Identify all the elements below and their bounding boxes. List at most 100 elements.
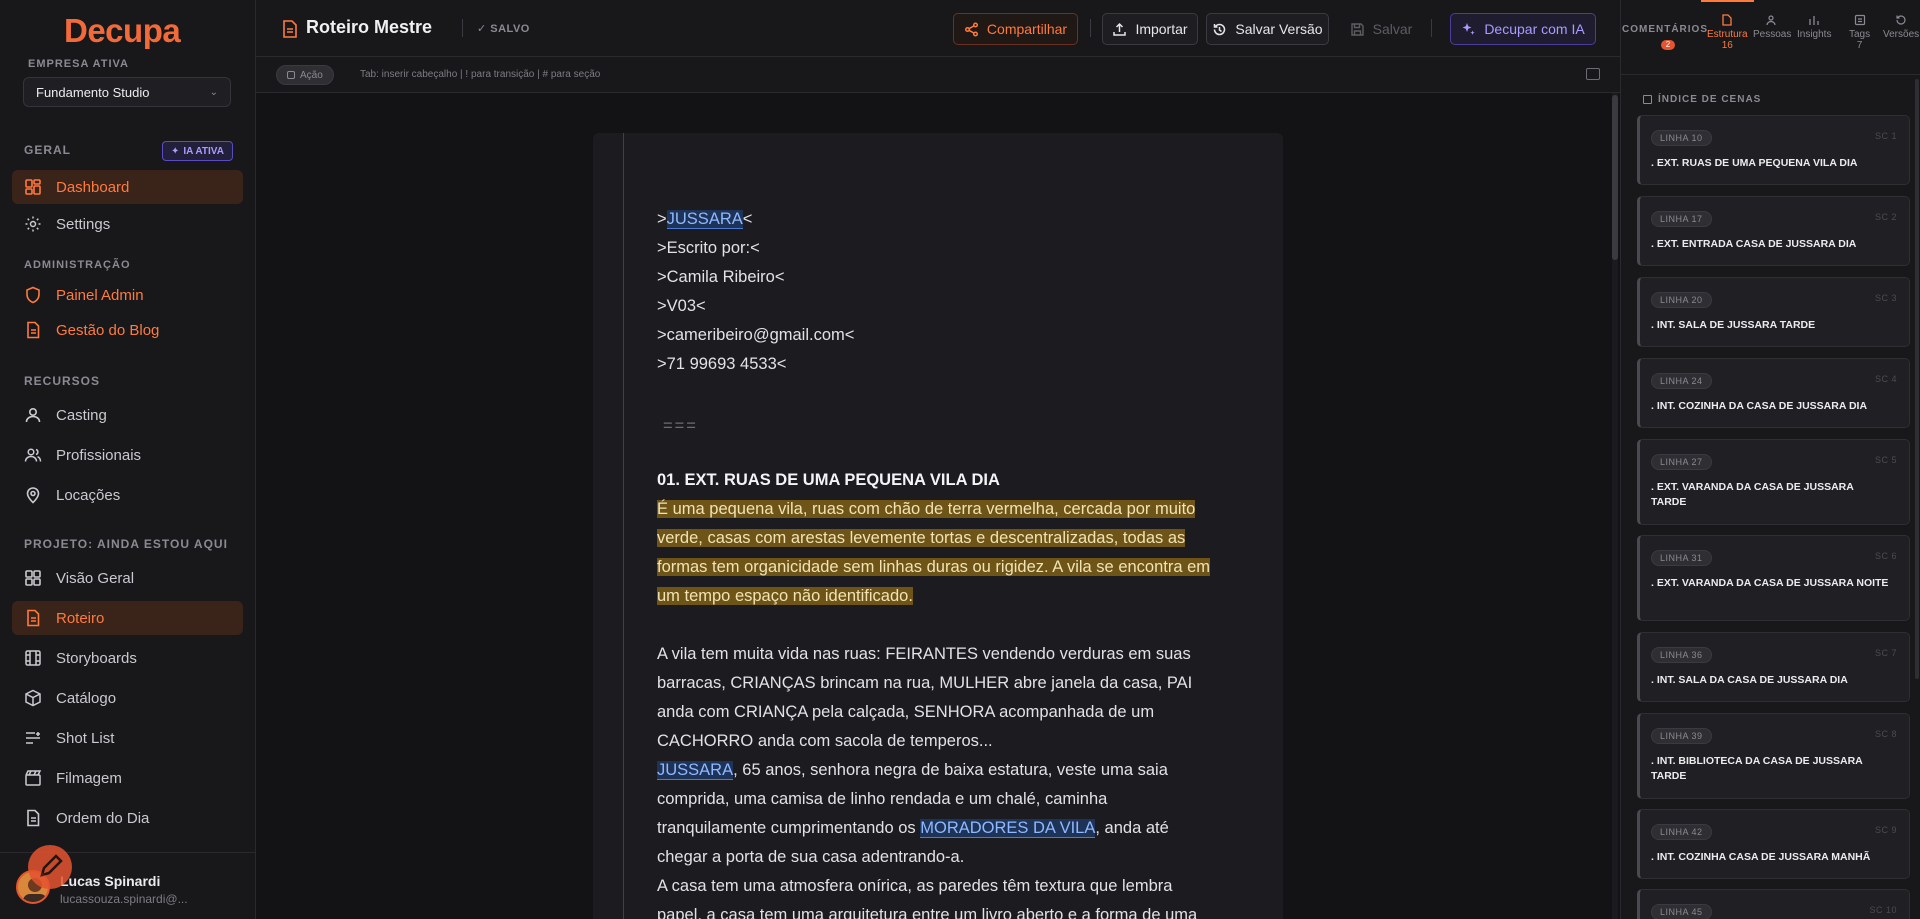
chevron-down-icon: ⌄	[209, 86, 218, 98]
scene-card[interactable]: LINHA 27 SC 5 . EXT. VARANDA DA CASA DE …	[1637, 439, 1910, 525]
history-icon	[1896, 15, 1906, 25]
scene-title: . EXT. ENTRADA CASA DE JUSSARA DIA	[1651, 238, 1857, 250]
scene-card[interactable]: LINHA 17 SC 2 . EXT. ENTRADA CASA DE JUS…	[1637, 196, 1910, 266]
keyboard-hint: Tab: inserir cabeçalho | ! para transiçã…	[360, 69, 601, 80]
scene-card[interactable]: LINHA 20 SC 3 . INT. SALA DE JUSSARA TAR…	[1637, 277, 1910, 347]
sidebar-item-dashboard[interactable]: Dashboard	[12, 170, 243, 204]
scene-card[interactable]: LINHA 31 SC 6 . EXT. VARANDA DA CASA DE …	[1637, 535, 1910, 621]
written-by-line: >Escrito por:<	[657, 239, 760, 257]
script-page[interactable]: >JUSSARA< >Escrito por:< >Camila Ribeiro…	[593, 133, 1283, 919]
tab-tags[interactable]: Tags 7	[1849, 14, 1870, 51]
user-icon	[25, 407, 41, 423]
import-button[interactable]: Importar	[1102, 13, 1198, 45]
tab-comments[interactable]: COMENTÁRIOS	[1622, 24, 1708, 35]
scene-number: SC 10	[1869, 905, 1897, 915]
scene-number: SC 2	[1874, 212, 1897, 222]
editor-scrollbar[interactable]	[1612, 93, 1618, 919]
ia-active-badge: ✦ IA ATIVA	[162, 141, 233, 161]
company-select[interactable]: Fundamento Studio ⌄	[23, 77, 231, 107]
save-icon	[1350, 22, 1364, 36]
sidebar-item-settings[interactable]: Settings	[12, 207, 243, 241]
character-tag-jussara[interactable]: JUSSARA	[666, 210, 743, 229]
share-button[interactable]: Compartilhar	[953, 13, 1078, 45]
scene-number: SC 3	[1874, 293, 1897, 303]
panel-scrollbar[interactable]	[1915, 75, 1920, 919]
help-fab-button[interactable]	[28, 845, 72, 889]
sidebar-item-visao-geral[interactable]: Visão Geral	[12, 561, 243, 595]
line-number-badge: LINHA 24	[1651, 373, 1712, 389]
scene-title: . EXT. VARANDA DA CASA DE JUSSARA TARDE	[1651, 481, 1854, 508]
save-version-button[interactable]: Salvar Versão	[1206, 13, 1329, 45]
scene-card[interactable]: LINHA 10 SC 1 . EXT. RUAS DE UMA PEQUENA…	[1637, 115, 1910, 185]
scene-card[interactable]: LINHA 45 SC 10	[1637, 889, 1910, 919]
script-editor: >JUSSARA< >Escrito por:< >Camila Ribeiro…	[256, 93, 1620, 919]
app-logo[interactable]: Decupa	[64, 12, 181, 50]
scrollbar-thumb[interactable]	[1915, 79, 1919, 679]
tab-versoes[interactable]: Versões	[1883, 14, 1919, 40]
action-paragraph: É uma pequena vila, ruas com chão de ter…	[657, 495, 1217, 611]
save-button[interactable]: Salvar	[1341, 13, 1421, 45]
upload-icon	[1113, 22, 1127, 36]
sidebar-item-storyboards[interactable]: Storyboards	[12, 641, 243, 675]
scrollbar-thumb[interactable]	[1612, 95, 1618, 260]
scene-heading[interactable]: 01. EXT. RUAS DE UMA PEQUENA VILA DIA	[657, 466, 1217, 495]
top-bar: Roteiro Mestre ✓ SALVO Compartilhar Impo…	[256, 0, 1620, 57]
sidebar-item-painel-admin[interactable]: Painel Admin	[12, 278, 243, 312]
sidebar-item-profissionais[interactable]: Profissionais	[12, 438, 243, 472]
sidebar-item-filmagem[interactable]: Filmagem	[12, 761, 243, 795]
scene-card[interactable]: LINHA 42 SC 9 . INT. COZINHA CASA DE JUS…	[1637, 809, 1910, 879]
scene-title: . INT. COZINHA CASA DE JUSSARA MANHÃ	[1651, 851, 1871, 863]
film-icon	[25, 650, 41, 666]
document-icon	[27, 321, 40, 339]
panel-tabs: COMENTÁRIOS 2 Estrutura 16 Pessoas Insig…	[1621, 0, 1920, 75]
scene-card[interactable]: LINHA 39 SC 8 . INT. BIBLIOTECA DA CASA …	[1637, 713, 1910, 799]
sidebar-item-ordem-do-dia[interactable]: Ordem do Dia	[12, 801, 243, 835]
scene-index-title: ÍNDICE DE CENAS	[1643, 94, 1761, 105]
script-content[interactable]: >JUSSARA< >Escrito por:< >Camila Ribeiro…	[657, 205, 1217, 919]
divider	[1431, 19, 1432, 37]
page-title: Roteiro Mestre	[306, 17, 433, 37]
action-paragraph: JUSSARA, 65 anos, senhora negra de baixa…	[657, 761, 1169, 866]
script-document-icon	[283, 20, 297, 38]
sidebar-item-catalogo[interactable]: Catálogo	[12, 681, 243, 715]
sidebar-item-roteiro[interactable]: Roteiro	[12, 601, 243, 635]
sidebar-item-gestao-blog[interactable]: Gestão do Blog	[12, 313, 243, 347]
sidebar-item-casting[interactable]: Casting	[12, 398, 243, 432]
scene-title: . EXT. RUAS DE UMA PEQUENA VILA DIA	[1651, 157, 1858, 169]
right-panel: COMENTÁRIOS 2 Estrutura 16 Pessoas Insig…	[1620, 0, 1920, 919]
scene-number: SC 6	[1874, 551, 1897, 561]
grid-icon	[25, 570, 41, 586]
map-pin-icon	[26, 487, 40, 504]
line-number-badge: LINHA 45	[1651, 904, 1712, 919]
highlighted-text[interactable]: É uma pequena vila, ruas com chão de ter…	[657, 500, 1211, 605]
scene-title: . INT. COZINHA DA CASA DE JUSSARA DIA	[1651, 400, 1868, 412]
sidebar-item-locacoes[interactable]: Locações	[12, 478, 243, 512]
scene-number: SC 1	[1874, 131, 1897, 141]
scene-title: . INT. SALA DE JUSSARA TARDE	[1651, 319, 1816, 331]
box-icon	[25, 689, 41, 707]
line-number-badge: LINHA 36	[1651, 647, 1712, 663]
element-type-selector[interactable]: Ação	[276, 65, 334, 85]
action-paragraph: A vila tem muita vida nas ruas: FEIRANTE…	[657, 645, 1193, 750]
bar-chart-icon	[1809, 16, 1819, 25]
ai-decupar-button[interactable]: Decupar com IA	[1450, 13, 1596, 45]
character-tag-moradores[interactable]: MORADORES DA VILA	[920, 819, 1096, 838]
line-number-badge: LINHA 17	[1651, 211, 1712, 227]
keyboard-icon[interactable]	[1586, 68, 1600, 80]
scene-card[interactable]: LINHA 36 SC 7 . INT. SALA DA CASA DE JUS…	[1637, 632, 1910, 702]
document-icon	[1722, 14, 1732, 26]
tab-estrutura[interactable]: Estrutura 16	[1701, 0, 1754, 51]
sidebar-item-shot-list[interactable]: Shot List	[12, 721, 243, 755]
scene-number: SC 9	[1874, 825, 1897, 835]
shield-icon	[26, 286, 40, 304]
section-admin: ADMINISTRAÇÃO	[24, 259, 131, 271]
email-line: >cameribeiro@gmail.com<	[657, 326, 855, 344]
character-tag-jussara[interactable]: JUSSARA	[657, 761, 734, 780]
phone-line: >71 99693 4533<	[657, 355, 787, 373]
save-status: ✓ SALVO	[477, 23, 530, 35]
scene-card[interactable]: LINHA 24 SC 4 . INT. COZINHA DA CASA DE …	[1637, 358, 1910, 428]
margin-line	[623, 133, 624, 919]
tab-pessoas[interactable]: Pessoas	[1753, 14, 1791, 40]
tab-insights[interactable]: Insights	[1797, 14, 1831, 40]
comments-count-badge: 2	[1661, 40, 1675, 50]
